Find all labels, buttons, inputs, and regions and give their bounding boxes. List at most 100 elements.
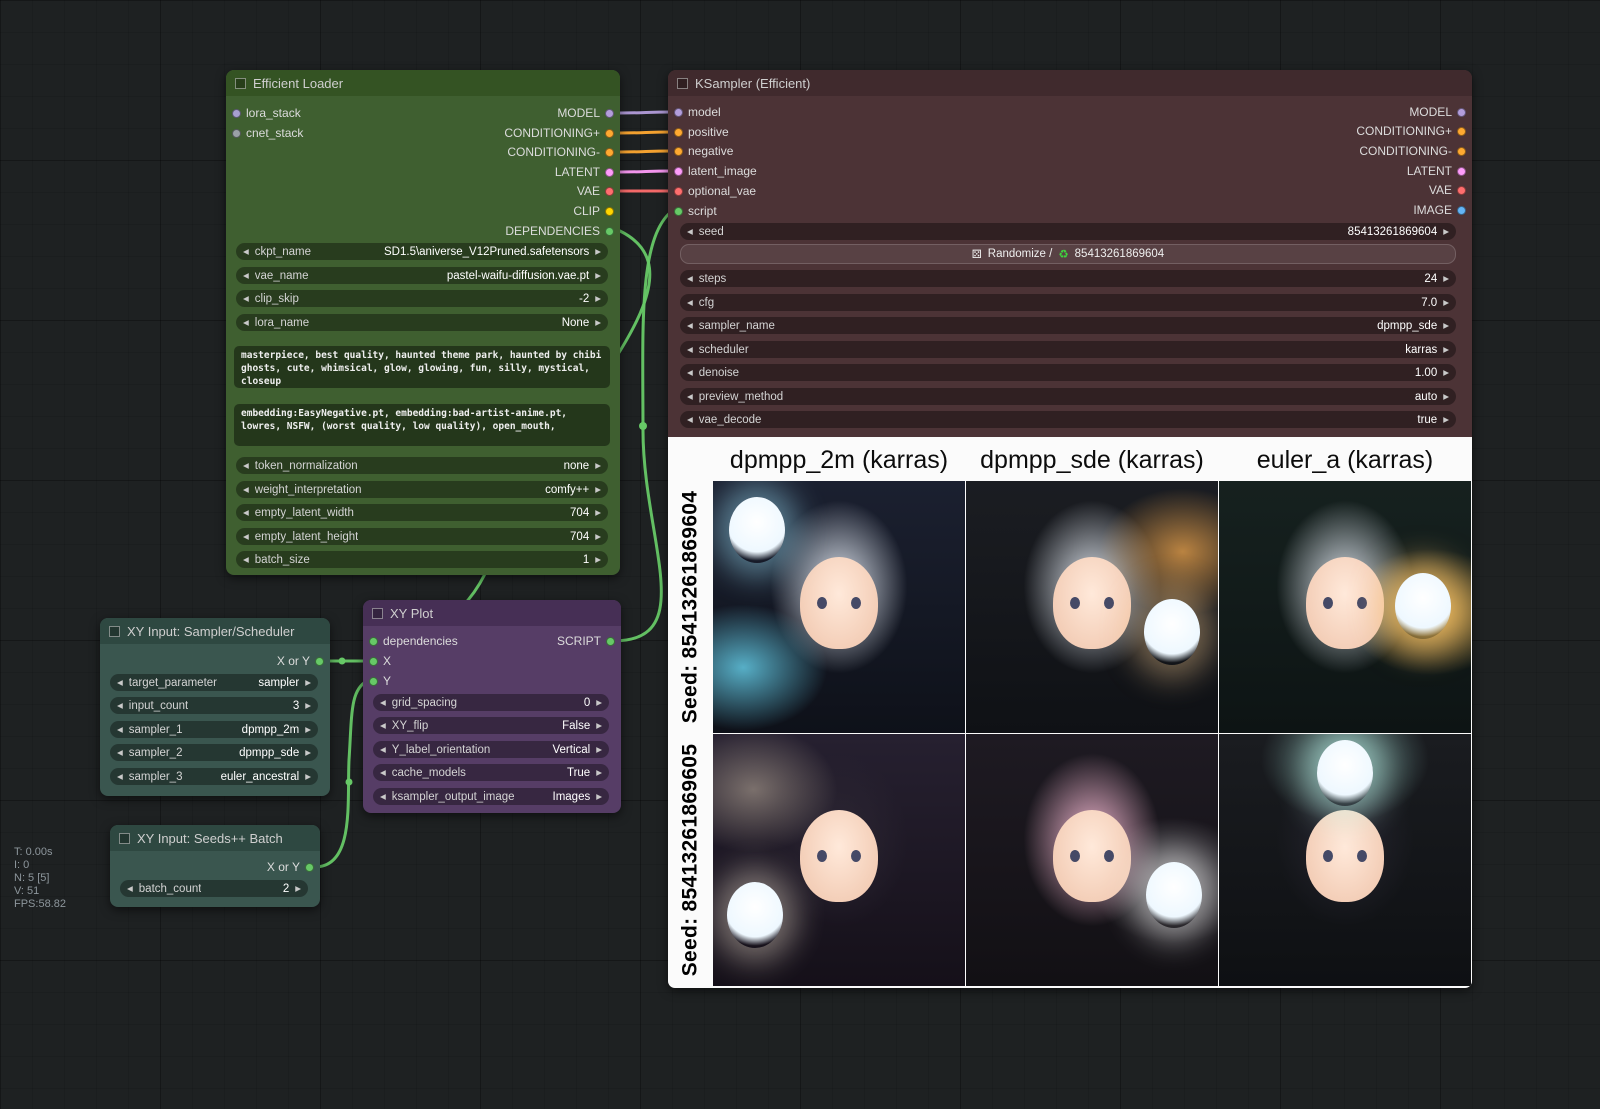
decrement-icon[interactable]: ◀: [243, 509, 249, 517]
increment-icon[interactable]: ▶: [1443, 393, 1449, 401]
input-dependencies[interactable]: dependencies: [369, 633, 458, 649]
decrement-icon[interactable]: ◀: [380, 699, 386, 707]
preview-image-row1-col2[interactable]: [966, 481, 1218, 733]
widget-empty-latent-height[interactable]: ◀empty_latent_height704▶: [236, 528, 608, 545]
increment-icon[interactable]: ▶: [595, 248, 601, 256]
output-conditioning-plus[interactable]: CONDITIONING+: [1356, 123, 1466, 139]
increment-icon[interactable]: ▶: [596, 793, 602, 801]
collapse-icon[interactable]: [119, 833, 130, 844]
output-conditioning-plus[interactable]: CONDITIONING+: [504, 125, 614, 141]
collapse-icon[interactable]: [109, 626, 120, 637]
decrement-icon[interactable]: ◀: [687, 275, 693, 283]
slot-dot[interactable]: [605, 129, 614, 138]
link-midpoint-dot[interactable]: [339, 658, 346, 665]
decrement-icon[interactable]: ◀: [243, 533, 249, 541]
decrement-icon[interactable]: ◀: [687, 416, 693, 424]
preview-image-row1-col3[interactable]: [1219, 481, 1471, 733]
slot-dot[interactable]: [605, 187, 614, 196]
widget-target-parameter[interactable]: ◀target_parametersampler▶: [110, 674, 318, 691]
widget-input-count[interactable]: ◀input_count3▶: [110, 697, 318, 714]
node-xy-plot[interactable]: XY Plot dependencies SCRIPT X Y ◀grid_sp…: [363, 600, 621, 813]
decrement-icon[interactable]: ◀: [243, 295, 249, 303]
input-optional-vae[interactable]: optional_vae: [674, 183, 756, 199]
decrement-icon[interactable]: ◀: [687, 299, 693, 307]
input-y[interactable]: Y: [369, 673, 391, 689]
increment-icon[interactable]: ▶: [1443, 275, 1449, 283]
decrement-icon[interactable]: ◀: [127, 885, 133, 893]
increment-icon[interactable]: ▶: [305, 702, 311, 710]
input-model[interactable]: model: [674, 104, 721, 120]
widget-sampler-3[interactable]: ◀sampler_3euler_ancestral▶: [110, 768, 318, 785]
slot-dot[interactable]: [232, 129, 241, 138]
node-efficient-loader[interactable]: Efficient Loader lora_stack cnet_stack M…: [226, 70, 620, 575]
slot-dot[interactable]: [1457, 108, 1466, 117]
decrement-icon[interactable]: ◀: [243, 462, 249, 470]
preview-image-row2-col1[interactable]: [713, 734, 965, 986]
increment-icon[interactable]: ▶: [595, 533, 601, 541]
increment-icon[interactable]: ▶: [1443, 416, 1449, 424]
input-lora-stack[interactable]: lora_stack: [232, 105, 301, 121]
decrement-icon[interactable]: ◀: [380, 746, 386, 754]
collapse-icon[interactable]: [372, 608, 383, 619]
increment-icon[interactable]: ▶: [1443, 228, 1449, 236]
output-clip[interactable]: CLIP: [573, 203, 614, 219]
slot-dot[interactable]: [1457, 186, 1466, 195]
decrement-icon[interactable]: ◀: [117, 773, 123, 781]
output-dependencies[interactable]: DEPENDENCIES: [505, 223, 614, 239]
node-header-xy-sampler[interactable]: XY Input: Sampler/Scheduler: [100, 618, 330, 644]
decrement-icon[interactable]: ◀: [117, 679, 123, 687]
widget-vae-name[interactable]: ◀vae_namepastel-waifu-diffusion.vae.pt▶: [236, 267, 608, 284]
widget-y-label-orientation[interactable]: ◀Y_label_orientationVertical▶: [373, 741, 609, 758]
slot-dot[interactable]: [606, 637, 615, 646]
widget-grid-spacing[interactable]: ◀grid_spacing0▶: [373, 694, 609, 711]
slot-dot[interactable]: [605, 207, 614, 216]
node-header-xy-seeds[interactable]: XY Input: Seeds++ Batch: [110, 825, 320, 851]
increment-icon[interactable]: ▶: [305, 679, 311, 687]
randomize-seed-button[interactable]: ⚄Randomize /♻85413261869604: [680, 244, 1456, 264]
decrement-icon[interactable]: ◀: [117, 726, 123, 734]
widget-preview-method[interactable]: ◀preview_methodauto▶: [680, 388, 1456, 405]
input-positive[interactable]: positive: [674, 124, 729, 140]
node-graph-canvas[interactable]: Efficient Loader lora_stack cnet_stack M…: [0, 0, 1600, 1109]
slot-dot[interactable]: [1457, 206, 1466, 215]
increment-icon[interactable]: ▶: [295, 885, 301, 893]
decrement-icon[interactable]: ◀: [243, 248, 249, 256]
output-model[interactable]: MODEL: [557, 105, 614, 121]
increment-icon[interactable]: ▶: [595, 556, 601, 564]
slot-dot[interactable]: [605, 148, 614, 157]
increment-icon[interactable]: ▶: [595, 319, 601, 327]
slot-dot[interactable]: [605, 227, 614, 236]
slot-dot[interactable]: [232, 109, 241, 118]
slot-dot[interactable]: [605, 109, 614, 118]
widget-sampler-name[interactable]: ◀sampler_namedpmpp_sde▶: [680, 317, 1456, 334]
preview-image-row2-col3[interactable]: [1219, 734, 1471, 986]
input-x[interactable]: X: [369, 653, 391, 669]
slot-dot[interactable]: [674, 108, 683, 117]
increment-icon[interactable]: ▶: [596, 769, 602, 777]
node-header-xy-plot[interactable]: XY Plot: [363, 600, 621, 626]
increment-icon[interactable]: ▶: [595, 272, 601, 280]
increment-icon[interactable]: ▶: [1443, 299, 1449, 307]
node-xy-input-sampler-scheduler[interactable]: XY Input: Sampler/Scheduler X or Y ◀targ…: [100, 618, 330, 796]
increment-icon[interactable]: ▶: [595, 509, 601, 517]
link-midpoint-dot[interactable]: [639, 422, 647, 430]
increment-icon[interactable]: ▶: [305, 749, 311, 757]
output-script[interactable]: SCRIPT: [557, 633, 615, 649]
output-latent[interactable]: LATENT: [1407, 163, 1466, 179]
node-header-ksampler[interactable]: KSampler (Efficient): [668, 70, 1472, 96]
node-header-efficient-loader[interactable]: Efficient Loader: [226, 70, 620, 96]
slot-dot[interactable]: [674, 147, 683, 156]
widget-weight-interpretation[interactable]: ◀weight_interpretationcomfy++▶: [236, 481, 608, 498]
input-latent-image[interactable]: latent_image: [674, 163, 757, 179]
slot-dot[interactable]: [369, 637, 378, 646]
increment-icon[interactable]: ▶: [596, 746, 602, 754]
widget-ckpt-name[interactable]: ◀ckpt_nameSD1.5\aniverse_V12Pruned.safet…: [236, 243, 608, 260]
slot-dot[interactable]: [674, 167, 683, 176]
increment-icon[interactable]: ▶: [305, 773, 311, 781]
input-negative[interactable]: negative: [674, 143, 733, 159]
output-x-or-y[interactable]: X or Y: [277, 653, 324, 669]
decrement-icon[interactable]: ◀: [243, 486, 249, 494]
widget-batch-count[interactable]: ◀batch_count2▶: [120, 880, 308, 897]
widget-sampler-2[interactable]: ◀sampler_2dpmpp_sde▶: [110, 744, 318, 761]
node-xy-input-seeds-batch[interactable]: XY Input: Seeds++ Batch X or Y ◀batch_co…: [110, 825, 320, 907]
